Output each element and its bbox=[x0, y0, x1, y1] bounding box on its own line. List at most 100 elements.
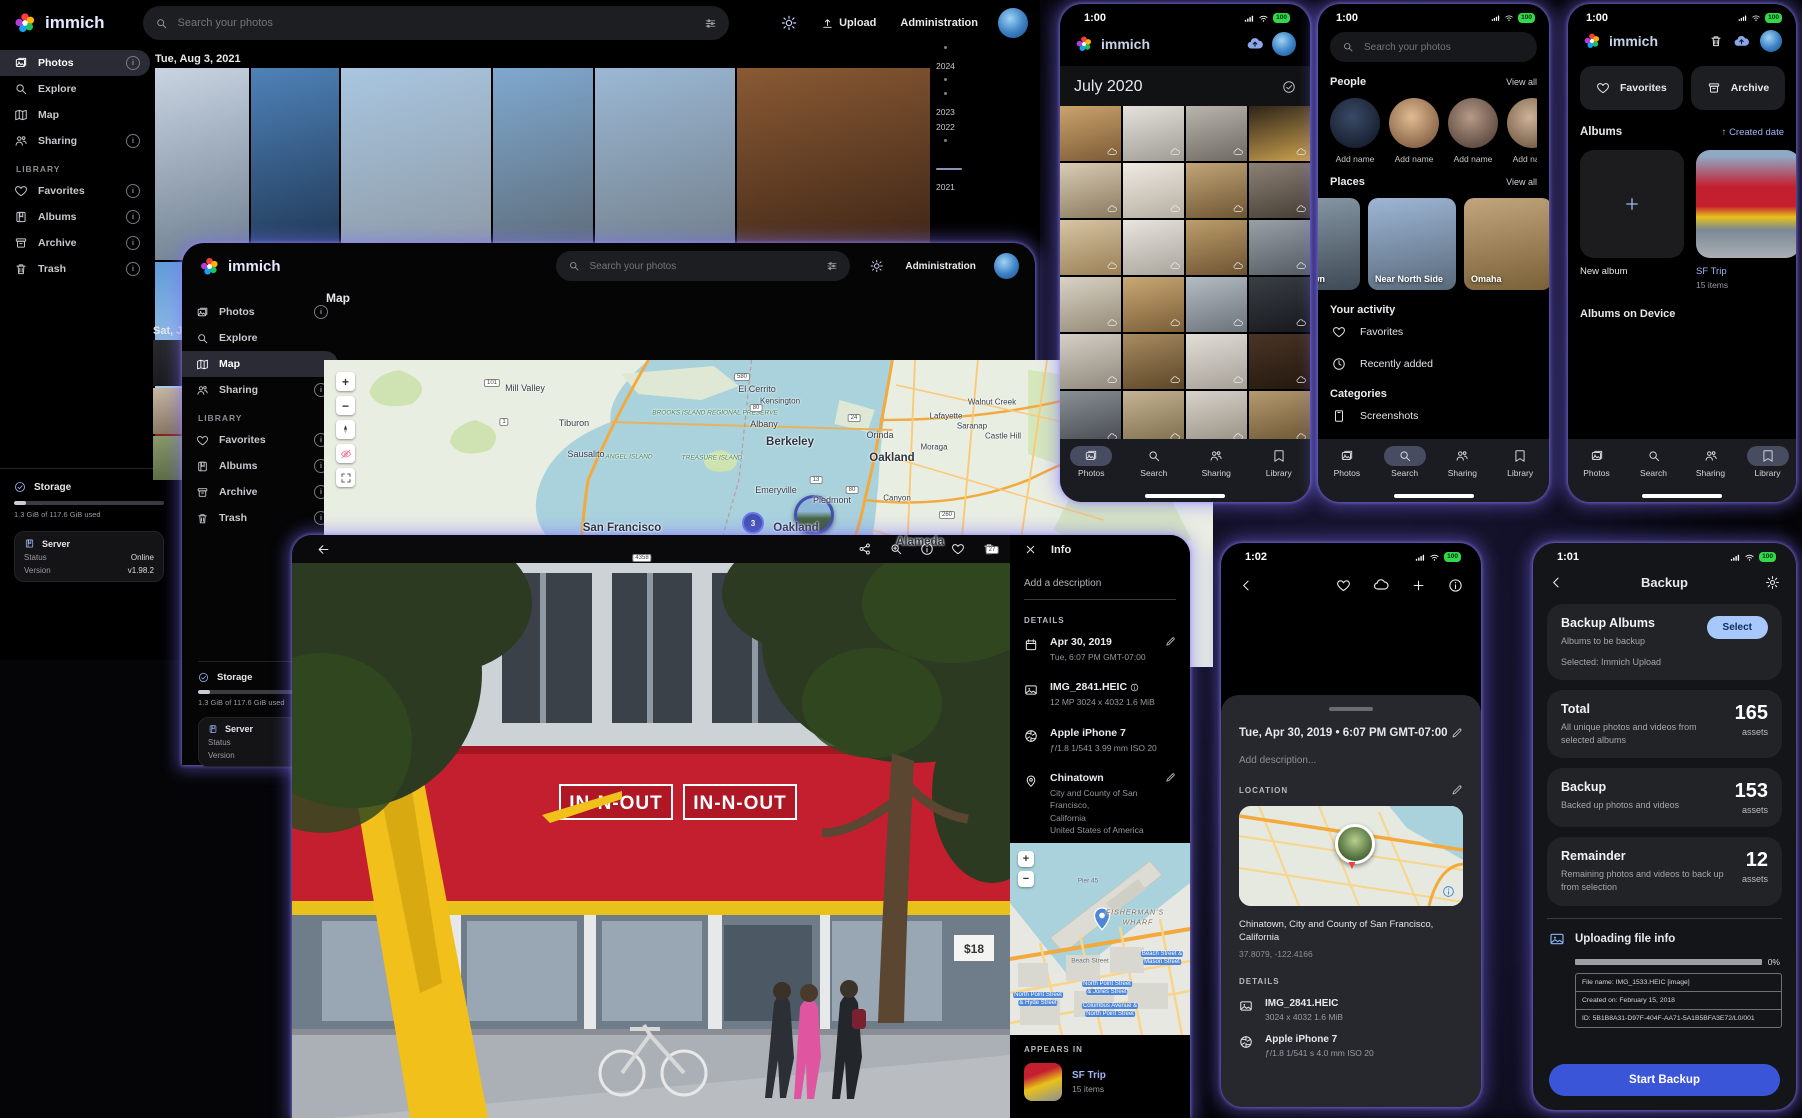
select-all-check-icon[interactable] bbox=[1282, 80, 1296, 94]
nav-library[interactable]: Library bbox=[1492, 446, 1548, 478]
start-backup-button[interactable]: Start Backup bbox=[1549, 1064, 1780, 1096]
search-input[interactable] bbox=[1362, 41, 1525, 54]
place-card[interactable]: Near North Side bbox=[1368, 198, 1456, 290]
photo-tile[interactable] bbox=[1249, 391, 1310, 446]
heart-icon[interactable] bbox=[951, 542, 965, 556]
info-icon[interactable] bbox=[1448, 578, 1463, 593]
add-name-link[interactable]: Add name bbox=[1454, 154, 1493, 164]
album-name-link[interactable]: SF Trip bbox=[1696, 266, 1796, 277]
search-input[interactable] bbox=[176, 16, 696, 30]
backup-cloud-icon[interactable] bbox=[1246, 35, 1264, 53]
appears-in-album[interactable]: SF Trip 15 items bbox=[1024, 1063, 1106, 1101]
photo-tile[interactable] bbox=[1123, 277, 1184, 332]
user-avatar[interactable] bbox=[1760, 30, 1782, 52]
photo-tile[interactable] bbox=[595, 68, 735, 260]
edit-location-pencil-icon[interactable] bbox=[1165, 772, 1176, 783]
share-icon[interactable] bbox=[858, 542, 872, 556]
map-hide-location-button[interactable] bbox=[336, 444, 355, 463]
search-bar[interactable] bbox=[556, 251, 850, 281]
nav-photos[interactable]: Photos bbox=[1063, 446, 1119, 478]
photo-tile[interactable] bbox=[1060, 220, 1121, 275]
archive-button[interactable]: Archive bbox=[1691, 66, 1786, 110]
add-name-link[interactable]: Add name bbox=[1513, 154, 1537, 164]
photo-tile[interactable] bbox=[1186, 277, 1247, 332]
person-item[interactable]: Add name bbox=[1448, 98, 1498, 164]
description-field[interactable]: Add a description bbox=[1010, 564, 1190, 599]
sidebar-item-sharing[interactable]: Sharingi bbox=[182, 377, 338, 403]
add-to-icon[interactable] bbox=[1411, 578, 1426, 593]
theme-toggle-icon[interactable] bbox=[870, 259, 884, 273]
sidebar-item-map[interactable]: Map bbox=[0, 102, 150, 128]
scrubber-handle[interactable] bbox=[936, 168, 962, 170]
sidebar-item-albums[interactable]: Albumsi bbox=[182, 453, 338, 479]
nav-sharing[interactable]: Sharing bbox=[1188, 446, 1244, 478]
album-card-sf-trip[interactable]: SF Trip 15 items bbox=[1696, 150, 1796, 290]
location-mini-map[interactable]: + − FISHERMAN'SWHARFPier 45Beach StreetN… bbox=[1010, 843, 1190, 1035]
sidebar-item-explore[interactable]: Explore bbox=[0, 76, 150, 102]
back-chevron-icon[interactable] bbox=[1239, 578, 1254, 593]
minimap-zoom-in-button[interactable]: + bbox=[1018, 851, 1034, 867]
location-map[interactable] bbox=[1239, 806, 1463, 906]
sidebar-item-trash[interactable]: Trashi bbox=[0, 256, 150, 282]
photo-tile[interactable] bbox=[1060, 277, 1121, 332]
photo-tile[interactable] bbox=[1249, 334, 1310, 389]
sidebar-item-explore[interactable]: Explore bbox=[182, 325, 338, 351]
detail-row-location[interactable]: Chinatown City and County of San Francis… bbox=[1010, 763, 1190, 845]
timeline-scrubber[interactable]: 2024 2023 2022 2021 bbox=[936, 40, 996, 192]
sidebar-item-photos[interactable]: Photosi bbox=[182, 299, 338, 325]
person-item[interactable]: Add name bbox=[1389, 98, 1439, 164]
photo-tile[interactable] bbox=[1060, 334, 1121, 389]
photo-tile[interactable] bbox=[155, 68, 249, 260]
photo-tile[interactable] bbox=[1186, 391, 1247, 446]
screenshots-row[interactable]: Screenshots bbox=[1330, 400, 1537, 432]
sidebar-item-albums[interactable]: Albumsi bbox=[0, 204, 150, 230]
favorites-row[interactable]: Favorites bbox=[1330, 316, 1537, 348]
photo-tile[interactable] bbox=[1249, 220, 1310, 275]
photo-tile[interactable] bbox=[1060, 391, 1121, 446]
photo-tile[interactable] bbox=[1186, 334, 1247, 389]
recently-added-row[interactable]: Recently added bbox=[1330, 348, 1537, 380]
administration-link[interactable]: Administration bbox=[905, 261, 976, 272]
album-link[interactable]: SF Trip bbox=[1072, 1070, 1106, 1081]
info-circle-icon[interactable] bbox=[1130, 683, 1139, 692]
edit-date-pencil-icon[interactable] bbox=[1451, 727, 1463, 739]
photo-tile[interactable] bbox=[1186, 220, 1247, 275]
sidebar-item-photos[interactable]: Photosi bbox=[0, 50, 150, 76]
photo-tile[interactable] bbox=[1060, 106, 1121, 161]
photo-tile[interactable] bbox=[1249, 106, 1310, 161]
user-avatar[interactable] bbox=[994, 253, 1019, 279]
photo-in-n-out[interactable]: IN-N-OUT IN-N-OUT $18 bbox=[292, 563, 1010, 1118]
immich-logo[interactable]: immich bbox=[198, 255, 281, 278]
photo-tile[interactable] bbox=[1123, 163, 1184, 218]
search-input[interactable] bbox=[588, 260, 818, 273]
nav-search[interactable]: Search bbox=[1126, 446, 1182, 478]
place-card[interactable]: Omaha bbox=[1464, 198, 1549, 290]
back-icon[interactable] bbox=[316, 542, 331, 557]
filter-sliders-icon[interactable] bbox=[826, 260, 838, 272]
places-view-all-link[interactable]: View all bbox=[1506, 177, 1537, 187]
upload-cloud-icon[interactable] bbox=[1373, 577, 1389, 593]
photo-tile[interactable] bbox=[1186, 106, 1247, 161]
photo-tile[interactable] bbox=[341, 68, 491, 260]
map-info-icon[interactable] bbox=[1442, 885, 1455, 898]
nav-library[interactable]: Library bbox=[1740, 446, 1796, 478]
zoom-in-icon[interactable] bbox=[889, 542, 903, 556]
map-fullscreen-button[interactable] bbox=[336, 468, 355, 487]
photo-tile[interactable] bbox=[1249, 163, 1310, 218]
map-zoom-out-button[interactable]: − bbox=[336, 396, 355, 415]
administration-link[interactable]: Administration bbox=[900, 17, 978, 29]
close-icon[interactable] bbox=[1024, 543, 1037, 556]
photo-tile[interactable] bbox=[1123, 334, 1184, 389]
photo-tile[interactable] bbox=[1123, 391, 1184, 446]
nav-sharing[interactable]: Sharing bbox=[1683, 446, 1739, 478]
people-view-all-link[interactable]: View all bbox=[1506, 77, 1537, 87]
heart-icon[interactable] bbox=[1336, 578, 1351, 593]
add-description-field[interactable]: Add description... bbox=[1239, 755, 1463, 766]
back-chevron-icon[interactable] bbox=[1549, 575, 1564, 590]
backup-cloud-icon[interactable] bbox=[1733, 33, 1750, 50]
search-bar[interactable] bbox=[143, 6, 729, 40]
info-icon[interactable] bbox=[920, 542, 934, 556]
trash-icon[interactable] bbox=[1709, 34, 1723, 48]
photo-tile[interactable] bbox=[1060, 163, 1121, 218]
sidebar-item-sharing[interactable]: Sharingi bbox=[0, 128, 150, 154]
